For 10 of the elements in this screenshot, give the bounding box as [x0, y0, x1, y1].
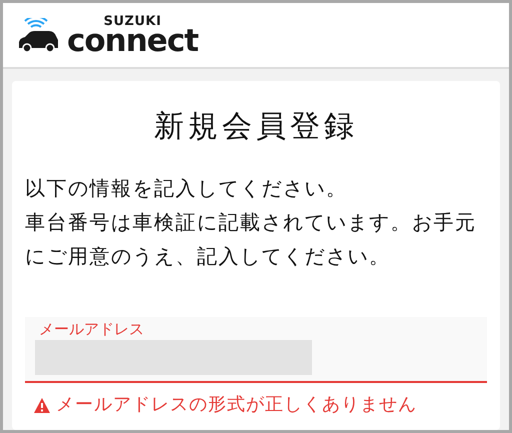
brand-main: connect: [67, 26, 198, 57]
error-message: メールアドレスの形式が正しくありません: [56, 393, 417, 417]
connected-car-icon: [17, 18, 61, 52]
instruction-text: 以下の情報を記入してください。: [25, 175, 348, 202]
email-field[interactable]: メールアドレス: [25, 317, 487, 383]
brand-top: SUZUKI: [104, 15, 162, 28]
warning-icon: [34, 398, 50, 412]
page-title: 新規会員登録: [153, 108, 359, 146]
field-label: メールアドレス: [39, 319, 145, 339]
instruction-text: 車台番号は車検証に記載されています。お手元にご用意のうえ、記入してください。: [25, 209, 478, 270]
